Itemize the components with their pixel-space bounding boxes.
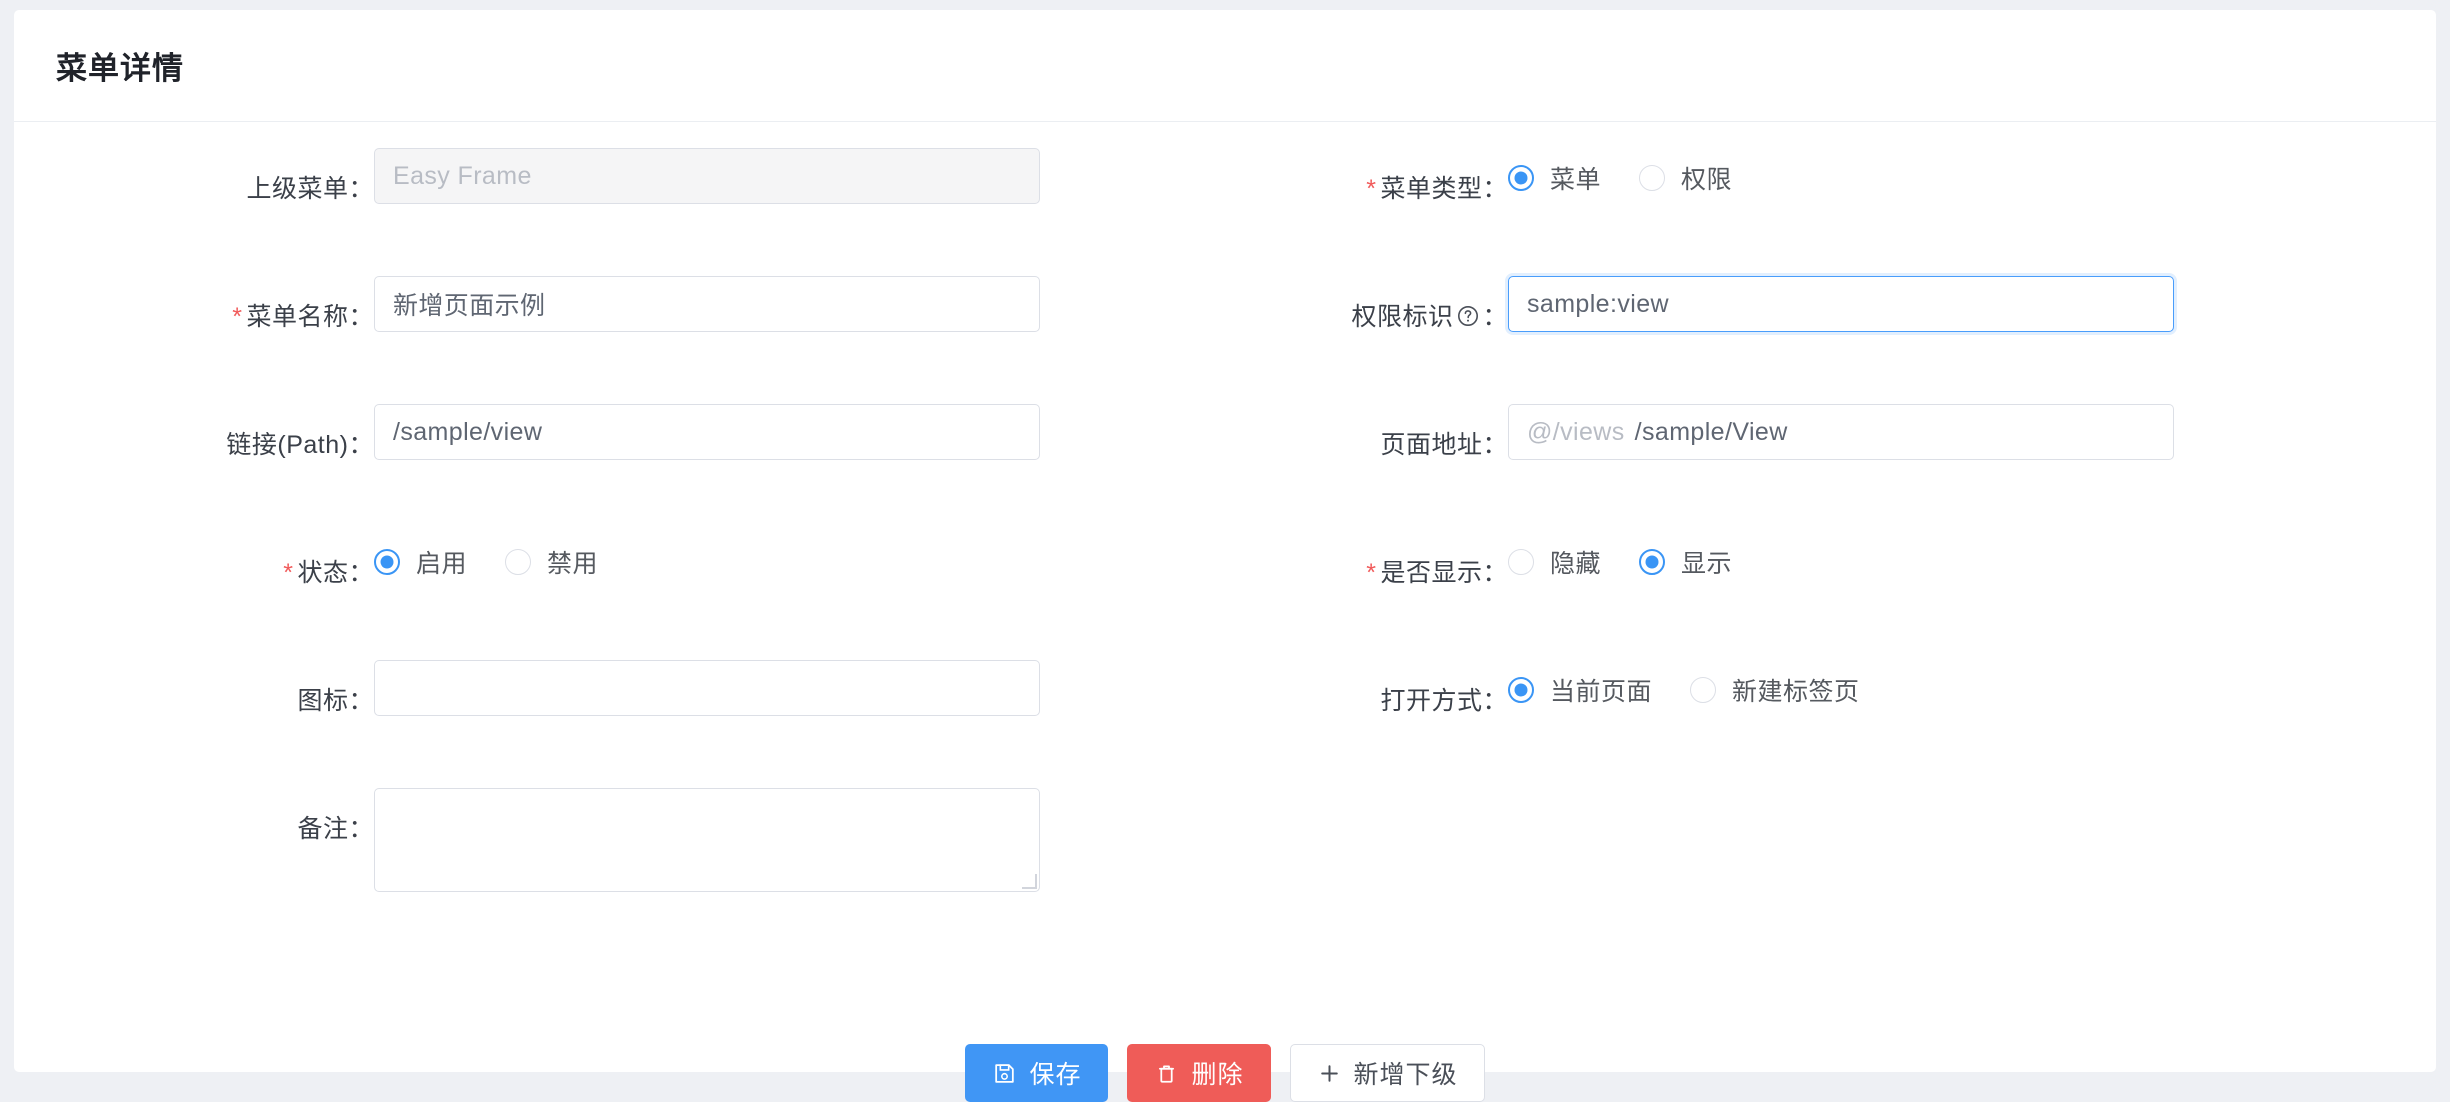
label-permission-key-text: 权限标识 — [1351, 303, 1454, 331]
field-row-page-address: 页面地址： @/views /sample/View — [1238, 378, 2436, 506]
menu-type-radio-permission-label: 权限 — [1681, 166, 1733, 194]
label-menu-type: * 菜单类型： — [1238, 122, 1508, 205]
field-row-path: 链接(Path)： /sample/view — [14, 378, 1238, 506]
form-body: 上级菜单： Easy Frame * 菜单名称： 新增页面示例 链接(Path)… — [14, 122, 2436, 1102]
icon-input[interactable] — [374, 660, 1040, 716]
label-page-address-text: 页面地址： — [1380, 431, 1508, 459]
permission-key-input[interactable]: sample:view — [1508, 276, 2174, 332]
required-star: * — [1366, 559, 1377, 587]
status-radio-disable-label: 禁用 — [547, 550, 599, 578]
radio-selected-icon — [374, 549, 400, 575]
visible-radio-shown-label: 显示 — [1681, 550, 1733, 578]
menu-type-radio-menu-label: 菜单 — [1550, 166, 1602, 194]
path-input[interactable]: /sample/view — [374, 404, 1040, 460]
form-column-right: * 菜单类型： 菜单 权限 权限标识 ： sample:view 页面地址： @… — [1238, 122, 2436, 762]
menu-detail-card: 菜单详情 上级菜单： Easy Frame * 菜单名称： 新增页面示例 链接(… — [14, 10, 2436, 1102]
label-visible-text: 是否显示： — [1380, 559, 1508, 587]
visible-radio-shown[interactable]: 显示 — [1639, 544, 1732, 580]
label-icon: 图标： — [14, 634, 374, 717]
label-status-text: 状态： — [297, 559, 374, 587]
label-permission-key-colon: ： — [1482, 303, 1508, 331]
field-row-permission-key: 权限标识 ： sample:view — [1238, 250, 2436, 378]
question-circle-icon[interactable] — [1456, 304, 1480, 335]
form-column-left: 上级菜单： Easy Frame * 菜单名称： 新增页面示例 链接(Path)… — [14, 122, 1238, 932]
path-value: /sample/view — [393, 417, 543, 446]
label-parent-menu: 上级菜单： — [14, 122, 374, 205]
add-sublevel-button-label: 新增下级 — [1353, 1061, 1458, 1089]
visible-radio-group: 隐藏 显示 — [1508, 532, 2436, 580]
label-permission-key: 权限标识 ： — [1238, 250, 1508, 335]
label-open-mode: 打开方式： — [1238, 634, 1508, 717]
label-menu-type-text: 菜单类型： — [1380, 175, 1508, 203]
open-mode-radio-current[interactable]: 当前页面 — [1508, 672, 1652, 708]
label-path: 链接(Path)： — [14, 378, 374, 461]
status-radio-enable-label: 启用 — [416, 550, 468, 578]
visible-radio-hidden-label: 隐藏 — [1550, 550, 1602, 578]
field-row-icon: 图标： — [14, 634, 1238, 762]
label-visible: * 是否显示： — [1238, 506, 1508, 589]
open-mode-radio-group: 当前页面 新建标签页 — [1508, 660, 2436, 708]
radio-unselected-icon — [505, 549, 532, 575]
field-row-status: * 状态： 启用 禁用 — [14, 506, 1238, 634]
label-parent-menu-text: 上级菜单： — [246, 175, 374, 203]
field-row-open-mode: 打开方式： 当前页面 新建标签页 — [1238, 634, 2436, 762]
delete-button[interactable]: 删除 — [1127, 1044, 1271, 1102]
radio-selected-icon — [1639, 549, 1666, 575]
required-star: * — [283, 559, 294, 587]
radio-unselected-icon — [1690, 677, 1717, 703]
page-address-input[interactable]: @/views /sample/View — [1508, 404, 2174, 460]
form-action-bar: 保存 删除 新增下级 — [14, 1044, 2436, 1102]
menu-type-radio-group: 菜单 权限 — [1508, 148, 2436, 196]
delete-button-label: 删除 — [1191, 1061, 1244, 1089]
card-header: 菜单详情 — [14, 10, 2436, 122]
label-icon-text: 图标： — [297, 687, 374, 715]
radio-unselected-icon — [1639, 165, 1666, 191]
field-row-menu-type: * 菜单类型： 菜单 权限 — [1238, 122, 2436, 250]
field-row-visible: * 是否显示： 隐藏 显示 — [1238, 506, 2436, 634]
open-mode-radio-current-label: 当前页面 — [1550, 678, 1653, 706]
label-open-mode-text: 打开方式： — [1380, 687, 1508, 715]
save-button[interactable]: 保存 — [965, 1044, 1109, 1102]
menu-name-input[interactable]: 新增页面示例 — [374, 276, 1040, 332]
page-address-value: /sample/View — [1634, 417, 1788, 446]
permission-key-value: sample:view — [1527, 289, 1669, 318]
save-button-label: 保存 — [1029, 1061, 1082, 1089]
open-mode-radio-newtab-label: 新建标签页 — [1732, 678, 1860, 706]
field-row-remark: 备注： — [14, 762, 1238, 932]
required-star: * — [232, 303, 243, 331]
label-menu-name: * 菜单名称： — [14, 250, 374, 333]
label-remark-text: 备注： — [297, 815, 374, 843]
status-radio-enable[interactable]: 启用 — [374, 544, 467, 580]
menu-type-radio-permission[interactable]: 权限 — [1639, 160, 1732, 196]
field-row-menu-name: * 菜单名称： 新增页面示例 — [14, 250, 1238, 378]
page-address-prefix: @/views — [1527, 417, 1625, 446]
label-menu-name-text: 菜单名称： — [246, 303, 374, 331]
open-mode-radio-newtab[interactable]: 新建标签页 — [1690, 672, 1860, 708]
parent-menu-input[interactable]: Easy Frame — [374, 148, 1040, 204]
page-title: 菜单详情 — [56, 51, 184, 86]
remark-textarea[interactable] — [374, 788, 1040, 892]
status-radio-group: 启用 禁用 — [374, 532, 1238, 580]
label-page-address: 页面地址： — [1238, 378, 1508, 461]
required-star: * — [1366, 175, 1377, 203]
field-row-parent-menu: 上级菜单： Easy Frame — [14, 122, 1238, 250]
add-sublevel-button[interactable]: 新增下级 — [1289, 1044, 1485, 1102]
radio-selected-icon — [1508, 165, 1534, 191]
label-remark: 备注： — [14, 762, 374, 845]
label-status: * 状态： — [14, 506, 374, 589]
menu-type-radio-menu[interactable]: 菜单 — [1508, 160, 1601, 196]
parent-menu-value: Easy Frame — [393, 161, 532, 190]
menu-name-value: 新增页面示例 — [393, 292, 546, 320]
radio-selected-icon — [1508, 677, 1534, 703]
radio-unselected-icon — [1508, 549, 1534, 575]
visible-radio-hidden[interactable]: 隐藏 — [1508, 544, 1601, 580]
label-path-text: 链接(Path)： — [226, 431, 374, 459]
status-radio-disable[interactable]: 禁用 — [505, 544, 598, 580]
